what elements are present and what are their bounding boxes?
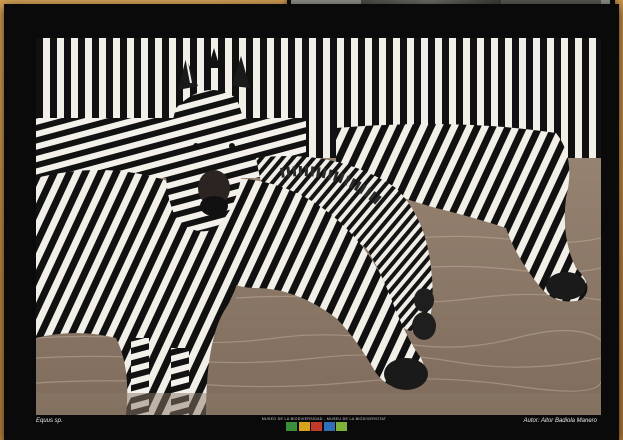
main-photo-print: Equus sp. MUSEO DE LA BIODIVERSIDAD - MU…	[4, 4, 619, 440]
logo-icon	[323, 422, 335, 431]
photo-caption: Equus sp.	[36, 418, 63, 424]
photo-author: Autor: Aitor Badiola Manero	[523, 418, 597, 424]
logo-icon	[336, 422, 347, 431]
zebra-photo	[36, 38, 601, 415]
logo-icon	[311, 422, 322, 431]
logo-icon	[286, 422, 297, 431]
museum-title: MUSEO DE LA BIODIVERSIDAD - MUSEU DE LA …	[261, 417, 387, 421]
sponsor-logo-strip	[286, 422, 347, 431]
logo-icon	[298, 422, 310, 431]
